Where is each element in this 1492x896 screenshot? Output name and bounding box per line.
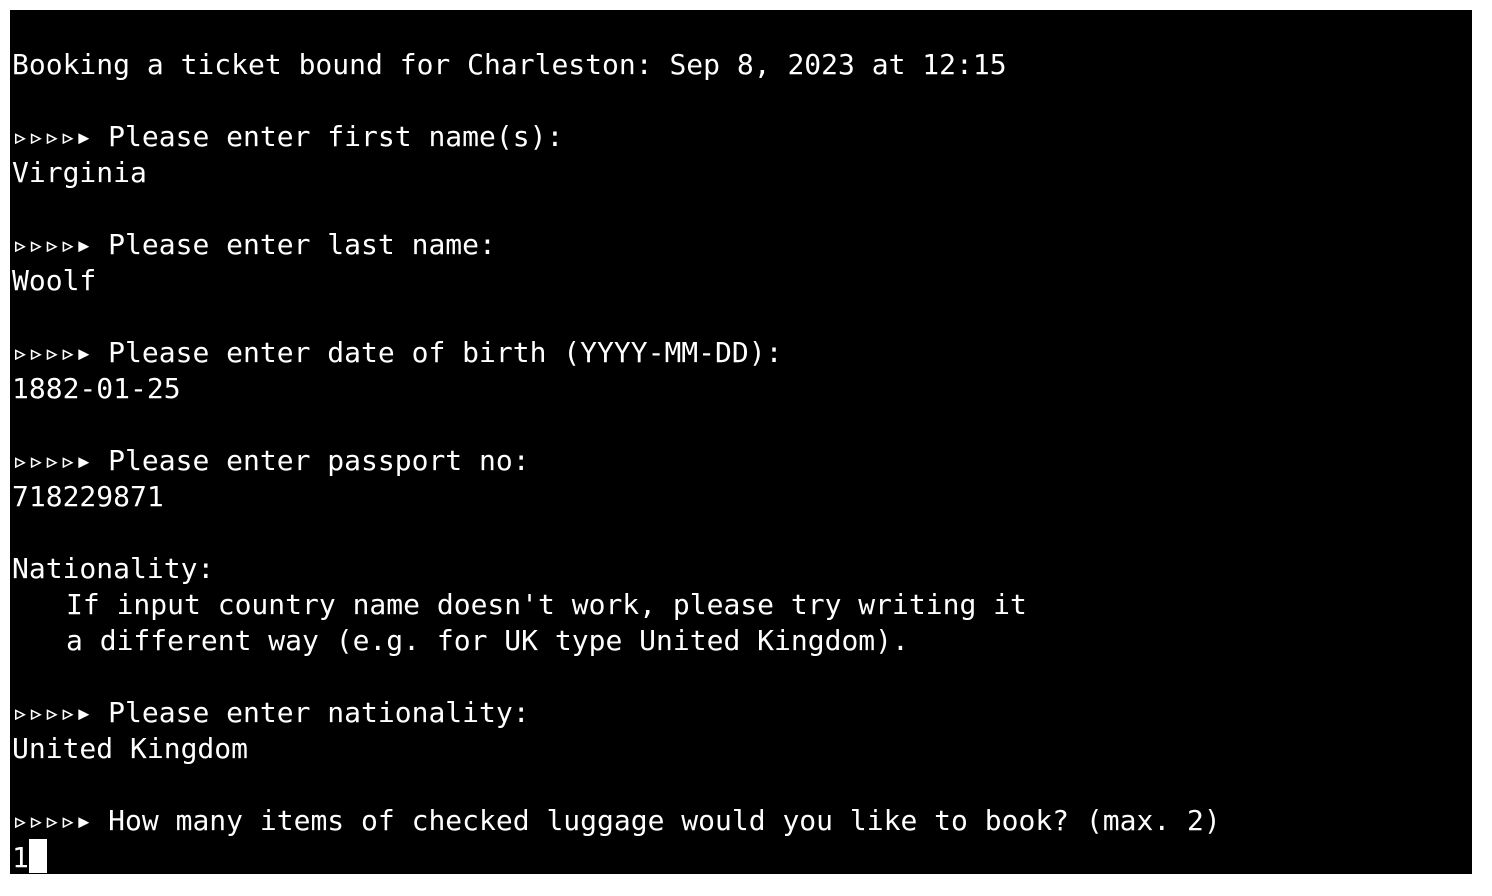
nationality-hint-line-1: If input country name doesn't work, plea… — [66, 588, 1027, 621]
dob-value: 1882-01-25 — [12, 372, 181, 405]
nationality-prompt: Please enter nationality: — [108, 696, 530, 729]
dob-prompt: Please enter date of birth (YYYY-MM-DD): — [108, 336, 783, 369]
dob-prompt-line: ▹▹▹▹▸ Please enter date of birth (YYYY-M… — [12, 335, 1472, 371]
nationality-heading: Nationality: — [12, 552, 215, 585]
prompt-arrows-icon: ▹▹▹▹▸ — [12, 444, 92, 477]
passport-prompt-line: ▹▹▹▹▸ Please enter passport no: — [12, 443, 1472, 479]
luggage-prompt-line: ▹▹▹▹▸ How many items of checked luggage … — [12, 803, 1472, 839]
nationality-value: United Kingdom — [12, 732, 249, 765]
last-name-value: Woolf — [12, 264, 97, 297]
nationality-prompt-line: ▹▹▹▹▸ Please enter nationality: — [12, 695, 1472, 731]
first-name-prompt: Please enter first name(s): — [108, 120, 564, 153]
terminal-window[interactable]: Booking a ticket bound for Charleston: S… — [10, 10, 1472, 874]
last-name-prompt-line: ▹▹▹▹▸ Please enter last name: — [12, 227, 1472, 263]
first-name-prompt-line: ▹▹▹▹▸ Please enter first name(s): — [12, 119, 1472, 155]
luggage-input[interactable]: 1 — [12, 841, 29, 874]
last-name-prompt: Please enter last name: — [108, 228, 496, 261]
prompt-arrows-icon: ▹▹▹▹▸ — [12, 696, 92, 729]
luggage-prompt: How many items of checked luggage would … — [108, 804, 1221, 837]
prompt-arrows-icon: ▹▹▹▹▸ — [12, 336, 92, 369]
prompt-arrows-icon: ▹▹▹▹▸ — [12, 228, 92, 261]
passport-value: 718229871 — [12, 480, 164, 513]
nationality-hint-line-2: a different way (e.g. for UK type United… — [66, 624, 909, 657]
luggage-input-line[interactable]: 1 — [12, 839, 1472, 874]
prompt-arrows-icon: ▹▹▹▹▸ — [12, 120, 92, 153]
first-name-value: Virginia — [12, 156, 147, 189]
prompt-arrows-icon: ▹▹▹▹▸ — [12, 804, 92, 837]
booking-header: Booking a ticket bound for Charleston: S… — [12, 48, 1007, 81]
cursor-block-icon — [28, 839, 47, 873]
passport-prompt: Please enter passport no: — [108, 444, 530, 477]
